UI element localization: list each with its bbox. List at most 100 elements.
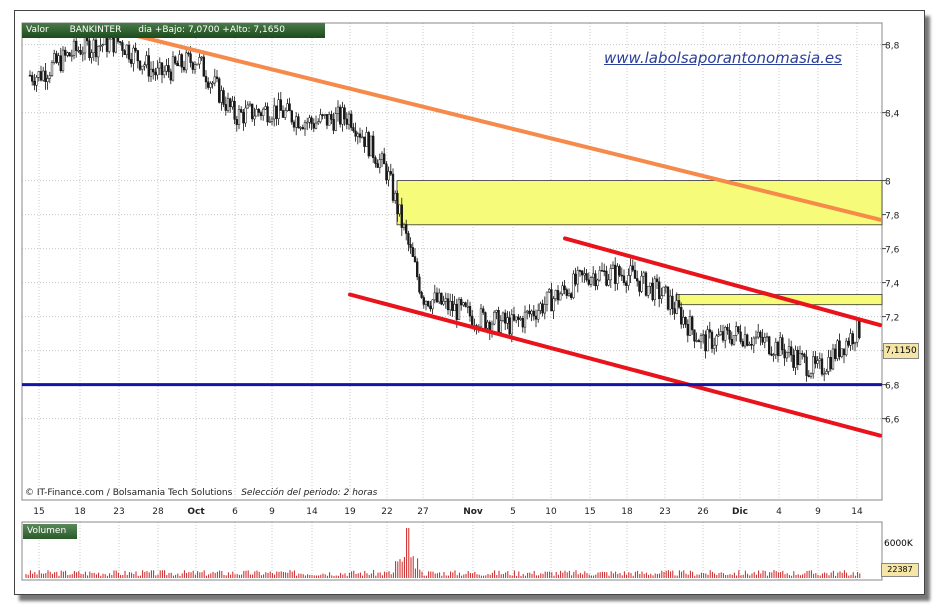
candle-body	[611, 264, 615, 269]
price-panel-border	[21, 22, 883, 501]
candle-body	[101, 44, 104, 47]
candle-body	[563, 285, 566, 290]
candle-body	[728, 329, 731, 340]
candle-body	[407, 233, 410, 245]
candle-body	[521, 318, 524, 328]
candle-body	[341, 107, 344, 125]
candle-body	[312, 123, 315, 129]
candle-body	[495, 310, 498, 313]
candle-body	[649, 282, 652, 287]
candle-body	[262, 108, 265, 117]
candle-body	[636, 278, 639, 282]
candle-body	[119, 41, 122, 43]
candle-body	[83, 35, 87, 54]
candle-body	[204, 76, 208, 83]
candle-body	[328, 114, 331, 126]
candle-body	[647, 285, 650, 296]
period-text: Selección del periodo: 2 horas	[241, 488, 378, 498]
candle-body	[807, 375, 810, 377]
candle-body	[449, 301, 452, 311]
candle-body	[660, 295, 663, 299]
x-tick-label: 27	[417, 507, 428, 517]
candle-body	[303, 122, 307, 130]
x-tick-label: 18	[621, 507, 633, 517]
candle-body	[614, 264, 617, 284]
x-tick-label: 6	[232, 507, 238, 517]
candle-body	[255, 109, 258, 117]
candle-body	[299, 127, 302, 129]
header-info: dia +Bajo: 7,0700 +Alto: 7,1650	[138, 25, 285, 35]
candle-body	[99, 45, 102, 47]
candle-body	[741, 341, 744, 347]
candle-body	[655, 278, 659, 283]
candle-body	[526, 310, 529, 313]
candle-body	[677, 300, 681, 308]
candle-body	[581, 270, 584, 276]
candle-body	[431, 299, 434, 310]
candle-body	[215, 76, 219, 79]
candle-body	[662, 286, 665, 297]
candle-body	[772, 354, 775, 356]
candle-body	[858, 318, 861, 338]
candle-body	[372, 135, 375, 158]
candle-body	[717, 334, 720, 337]
candle-body	[484, 312, 487, 329]
candle-body	[352, 127, 355, 132]
candle-body	[693, 329, 696, 342]
candle-body	[704, 334, 707, 352]
candle-body	[444, 298, 447, 302]
candle-body	[383, 153, 386, 165]
candle-body	[422, 297, 425, 305]
candle-body	[515, 316, 518, 321]
candle-body	[339, 106, 342, 125]
candle-body	[48, 75, 51, 79]
candle-body	[268, 121, 271, 123]
candle-body	[108, 38, 111, 52]
candle-body	[435, 292, 439, 303]
candle-body	[658, 281, 661, 299]
candle-body	[686, 324, 689, 336]
candle-body	[763, 337, 766, 343]
candle-body	[565, 289, 568, 296]
candle-body	[266, 106, 269, 123]
candle-body	[433, 292, 436, 301]
candle-body	[125, 44, 128, 55]
candle-body	[644, 272, 648, 296]
credit-text: © IT-Finance.com / Bolsamania Tech Solut…	[25, 488, 233, 498]
y-tick-label: 7,8	[885, 212, 900, 222]
candle-body	[264, 106, 267, 110]
candle-body	[534, 315, 538, 320]
candle-body	[708, 329, 711, 333]
candle-body	[587, 279, 590, 285]
watermark-link[interactable]: www.labolsaporantonomasia.es	[604, 49, 842, 67]
candle-body	[625, 282, 628, 286]
trendline-channel-lower	[348, 292, 882, 438]
candle-body	[295, 116, 298, 128]
candle-body	[783, 349, 786, 359]
candle-body	[121, 42, 124, 51]
candle-body	[750, 344, 753, 346]
candle-body	[240, 109, 243, 113]
candle-body	[343, 107, 346, 120]
candle-body	[314, 122, 318, 129]
candle-body	[46, 78, 49, 82]
candle-body	[497, 310, 500, 333]
candle-body	[57, 55, 60, 63]
candle-body	[420, 291, 423, 298]
candle-body	[768, 336, 771, 355]
candle-body	[191, 62, 194, 70]
candle-body	[607, 279, 610, 286]
candle-body	[152, 68, 155, 73]
candle-body	[438, 292, 441, 303]
candle-body	[42, 70, 45, 81]
candle-body	[336, 106, 340, 115]
candle-body	[88, 40, 91, 58]
candle-body	[754, 336, 758, 339]
candle-body	[97, 45, 100, 58]
y-tick-label: 7,6	[885, 246, 900, 256]
ticker-name: BANKINTER	[69, 25, 122, 35]
candle-body	[680, 307, 683, 325]
x-tick-label: Dic	[732, 507, 748, 517]
candle-body	[350, 113, 353, 128]
candle-body	[570, 293, 573, 298]
